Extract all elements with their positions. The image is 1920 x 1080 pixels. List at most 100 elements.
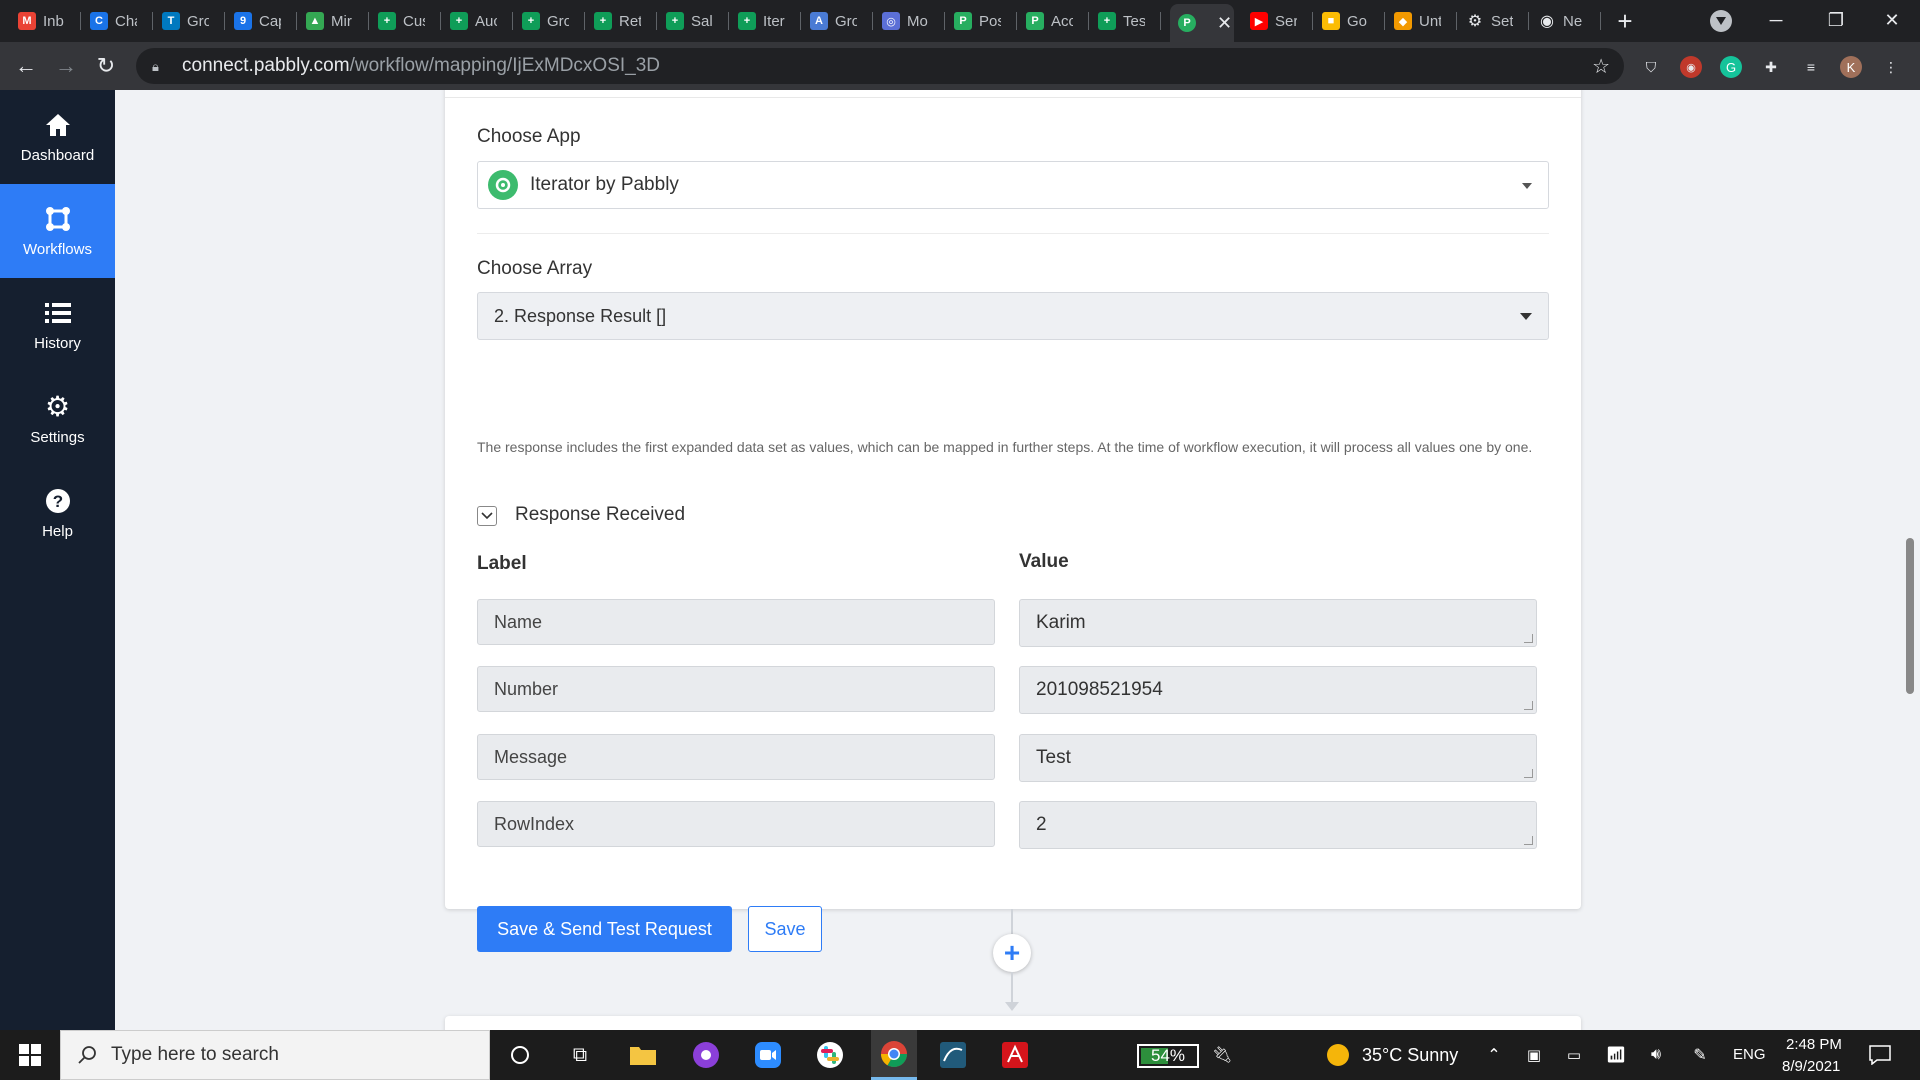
browser-tab[interactable]: M Inb — [10, 6, 80, 36]
browser-tab[interactable]: + Auc — [442, 6, 512, 36]
acrobat-icon[interactable] — [999, 1039, 1031, 1071]
save-button[interactable]: Save — [748, 906, 822, 952]
browser-tab[interactable]: ▲ Mir — [298, 6, 368, 36]
close-window-icon[interactable]: ✕ — [1862, 0, 1920, 40]
extension-icon[interactable]: ◉ — [1680, 56, 1702, 78]
value-field-message[interactable]: Test — [1019, 734, 1537, 782]
response-received-toggle[interactable] — [477, 506, 497, 526]
add-step-button[interactable]: + — [993, 934, 1031, 972]
browser-tab[interactable]: + Cus — [370, 6, 440, 36]
browser-tab[interactable]: A Gro — [802, 6, 872, 36]
chrome-taskbar-icon[interactable] — [871, 1030, 917, 1080]
tab-active-pabbly[interactable]: P ✕ — [1170, 4, 1234, 42]
value-field-number[interactable]: 201098521954 — [1019, 666, 1537, 714]
address-bar[interactable]: 🔒︎ connect.pabbly.com/workflow/mapping/I… — [136, 48, 1624, 84]
volume-icon[interactable]: 🔊︎ — [1640, 1039, 1672, 1071]
browser-tab[interactable]: ◆ Unt — [1386, 6, 1456, 36]
sidebar-item-dashboard[interactable]: Dashboard — [0, 90, 115, 184]
zoom-icon[interactable] — [752, 1039, 784, 1071]
browser-tab[interactable]: T Gro — [154, 6, 224, 36]
browser-tab[interactable]: ◎ Mo — [874, 6, 944, 36]
sidebar-item-help[interactable]: ? Help — [0, 466, 115, 560]
choose-array-select[interactable]: 2. Response Result [] — [477, 292, 1549, 340]
tab-separator — [440, 12, 441, 30]
forward-icon[interactable]: → — [50, 50, 82, 82]
browser-tab[interactable]: + Ret — [586, 6, 656, 36]
browser-tab[interactable]: + Tes — [1090, 6, 1160, 36]
slack-icon[interactable] — [814, 1039, 846, 1071]
tab-separator — [224, 12, 225, 30]
taskbar-search-input[interactable]: Type here to search — [60, 1030, 490, 1080]
browser-tab[interactable]: P Pos — [946, 6, 1016, 36]
choose-app-select[interactable]: Iterator by Pabbly — [477, 161, 1549, 209]
clock-time[interactable]: 2:48 PM — [1786, 1036, 1842, 1053]
tab-title: Mir — [331, 12, 352, 30]
minimize-icon[interactable]: ─ — [1746, 0, 1806, 40]
browser-tab[interactable]: 9 Cap — [226, 6, 296, 36]
new-tab-button[interactable]: + — [1610, 6, 1640, 36]
resize-grip-icon[interactable] — [1524, 836, 1533, 845]
browser-tab[interactable]: ⚙ Set — [1458, 6, 1528, 36]
arrow-down-icon — [1005, 1002, 1019, 1011]
browser-tab[interactable]: P Acc — [1018, 6, 1088, 36]
battery-icon[interactable]: ▭ — [1558, 1039, 1590, 1071]
weather-text[interactable]: 35°C Sunny — [1362, 1045, 1458, 1066]
weather-sun-icon[interactable] — [1322, 1039, 1354, 1071]
tab-separator — [944, 12, 945, 30]
bookmark-star-icon[interactable]: ☆ — [1592, 54, 1610, 79]
cortana-icon[interactable] — [504, 1039, 536, 1071]
sidebar-item-history[interactable]: History — [0, 278, 115, 372]
battery-indicator[interactable]: 54% — [1137, 1044, 1199, 1068]
shield-extension-icon[interactable]: ⛉ — [1640, 56, 1662, 78]
chevron-up-icon[interactable]: ⌃ — [1478, 1039, 1510, 1071]
close-tab-icon[interactable]: ✕ — [1217, 13, 1232, 34]
sidebar-item-workflows[interactable]: Workflows — [0, 184, 115, 278]
notifications-icon[interactable] — [1864, 1039, 1896, 1071]
workflow-icon — [44, 205, 72, 233]
chevron-down-icon — [1520, 313, 1532, 320]
tab-separator — [1600, 12, 1601, 30]
windows-start-icon[interactable] — [14, 1039, 46, 1071]
resize-grip-icon[interactable] — [1524, 634, 1533, 643]
array-help-text: The response includes the first expanded… — [477, 439, 1533, 455]
sheets-icon: + — [450, 12, 468, 30]
save-send-test-button[interactable]: Save & Send Test Request — [477, 906, 732, 952]
browser-tab[interactable]: + Sal — [658, 6, 728, 36]
grammarly-icon[interactable]: G — [1720, 56, 1742, 78]
wifi-icon[interactable]: 📶︎ — [1600, 1039, 1632, 1071]
tab-separator — [800, 12, 801, 30]
restore-icon[interactable]: ❐ — [1806, 0, 1866, 40]
resize-grip-icon[interactable] — [1524, 701, 1533, 710]
browser-tab[interactable]: + Gro — [514, 6, 584, 36]
browser-tab[interactable]: + Iter — [730, 6, 800, 36]
next-step-card[interactable] — [445, 1016, 1581, 1030]
pen-icon[interactable]: ✎ — [1684, 1039, 1716, 1071]
browser-tab[interactable]: ▶ Ser — [1242, 6, 1312, 36]
task-view-icon[interactable]: ⧉ — [564, 1039, 596, 1071]
media-control-icon[interactable]: ≡ — [1800, 56, 1822, 78]
value-field-name[interactable]: Karim — [1019, 599, 1537, 647]
browser-tab[interactable]: ■ Go — [1314, 6, 1384, 36]
browser-menu-icon[interactable]: ⋮ — [1880, 56, 1902, 78]
tab-search-icon[interactable] — [1710, 10, 1732, 32]
keep-icon: ■ — [1322, 12, 1340, 30]
file-explorer-icon[interactable] — [627, 1039, 659, 1071]
browser-tab[interactable]: C Cha — [82, 6, 152, 36]
scrollbar-thumb[interactable] — [1906, 538, 1914, 694]
puzzle-extensions-icon[interactable]: ✚ — [1760, 56, 1782, 78]
value-field-rowindex[interactable]: 2 — [1019, 801, 1537, 849]
podcast-app-icon[interactable] — [690, 1039, 722, 1071]
resize-grip-icon[interactable] — [1524, 769, 1533, 778]
card-divider — [445, 97, 1581, 98]
reload-icon[interactable]: ↻ — [90, 50, 122, 82]
meet-now-icon[interactable]: ▣ — [1518, 1039, 1550, 1071]
back-icon[interactable]: ← — [10, 50, 42, 82]
browser-tab[interactable]: ◉ Ne — [1530, 6, 1600, 36]
chrome-icon: ◉ — [1540, 13, 1554, 30]
mysql-workbench-icon[interactable] — [937, 1039, 969, 1071]
avatar[interactable]: K — [1840, 56, 1862, 78]
sidebar-item-settings[interactable]: ⚙ Settings — [0, 372, 115, 466]
language-indicator[interactable]: ENG — [1733, 1046, 1766, 1063]
url-path: /workflow/mapping/IjExMDcxOSI_3D — [349, 55, 661, 76]
clock-date[interactable]: 8/9/2021 — [1782, 1058, 1840, 1075]
